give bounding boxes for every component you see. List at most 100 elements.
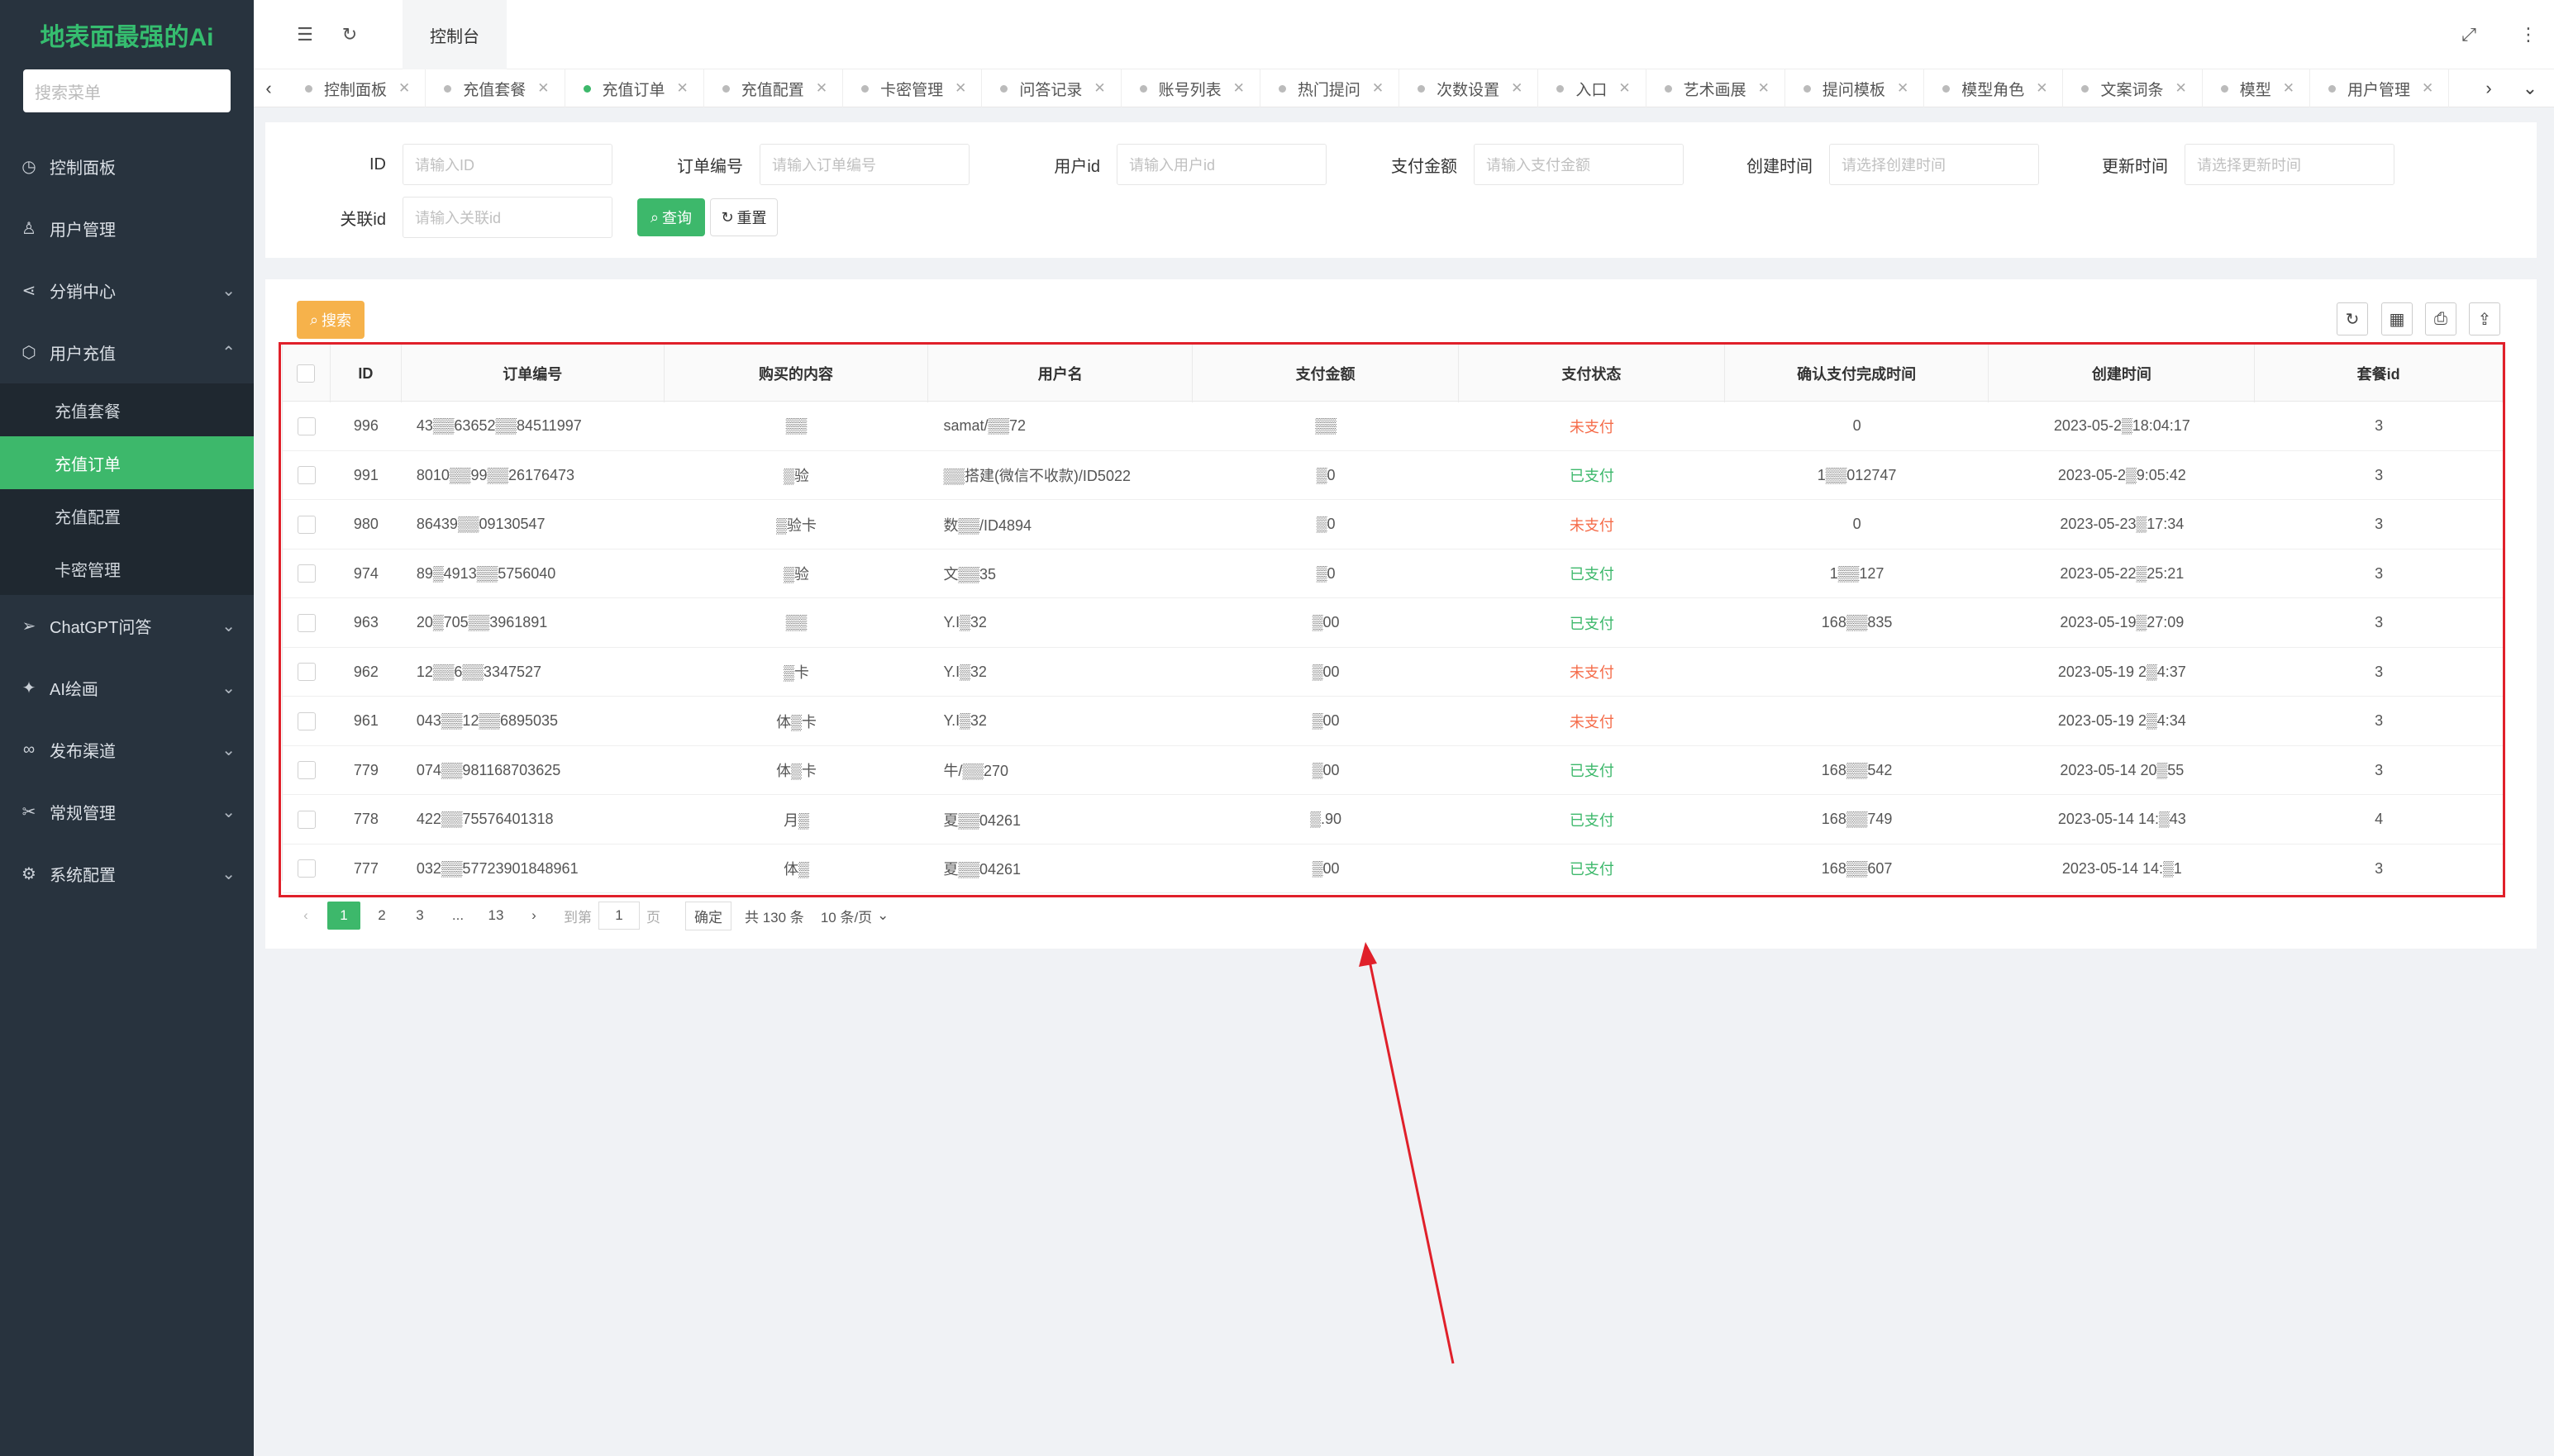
row-checkbox-cell[interactable]: [283, 500, 331, 550]
tab-0[interactable]: 控制面板 ✕: [287, 69, 426, 107]
tab-14[interactable]: 模型 ✕: [2203, 69, 2310, 107]
sidebar-item-distribution[interactable]: ⋖ 分销中心 ⌄: [0, 259, 254, 321]
tab-11[interactable]: 提问模板 ✕: [1785, 69, 1925, 107]
table-row[interactable]: 991 8010▒▒99▒▒26176473 ▒验 ▒▒搭建(微信不收款)/ID502…: [283, 451, 2503, 501]
close-icon[interactable]: ✕: [955, 80, 966, 97]
checkbox[interactable]: [297, 810, 316, 829]
row-checkbox-cell[interactable]: [283, 402, 331, 451]
search-button[interactable]: ⌕ 搜索: [297, 301, 365, 339]
table-row[interactable]: 778 422▒▒75576401318 月▒ 夏▒▒04261 ▒.90 已支付 168▒…: [283, 795, 2503, 845]
column-header[interactable]: 支付金额: [1193, 345, 1459, 402]
close-icon[interactable]: ✕: [398, 80, 410, 97]
tabs-scroll-left-icon[interactable]: ‹: [254, 69, 284, 107]
tab-6[interactable]: 账号列表 ✕: [1122, 69, 1260, 107]
column-header[interactable]: 创建时间: [1989, 345, 2256, 402]
tab-13[interactable]: 文案词条 ✕: [2063, 69, 2203, 107]
row-checkbox-cell[interactable]: [283, 598, 331, 648]
tab-9[interactable]: 入口 ✕: [1538, 69, 1646, 107]
tab-7[interactable]: 热门提问 ✕: [1260, 69, 1400, 107]
sidebar-item-general[interactable]: ✂ 常规管理 ⌄: [0, 781, 254, 843]
sidebar-item-channels[interactable]: ∞ 发布渠道 ⌄: [0, 719, 254, 781]
reset-button[interactable]: ↻ 重置: [710, 198, 778, 236]
sidebar-subitem-cards[interactable]: 卡密管理: [0, 542, 254, 595]
row-checkbox-cell[interactable]: [283, 795, 331, 845]
column-header[interactable]: 订单编号: [402, 345, 665, 402]
column-header[interactable]: 用户名: [928, 345, 1194, 402]
columns-icon[interactable]: ▦: [2381, 302, 2413, 335]
close-icon[interactable]: ✕: [1372, 80, 1384, 97]
close-icon[interactable]: ✕: [816, 80, 827, 97]
id-input[interactable]: 请输入ID: [403, 144, 612, 185]
sidebar-item-system[interactable]: ⚙ 系统配置 ⌄: [0, 843, 254, 905]
sidebar-subitem-config[interactable]: 充值配置: [0, 489, 254, 542]
sidebar-item-dashboard[interactable]: ◷ 控制面板: [0, 136, 254, 197]
goto-confirm-button[interactable]: 确定: [685, 901, 731, 930]
page-1[interactable]: 1: [327, 902, 360, 930]
amount-input[interactable]: 请输入支付金额: [1474, 144, 1684, 185]
tab-3[interactable]: 充值配置 ✕: [704, 69, 844, 107]
more-vertical-icon[interactable]: ⋮: [2512, 18, 2545, 51]
close-icon[interactable]: ✕: [2283, 80, 2294, 97]
select-all-checkbox[interactable]: [283, 345, 331, 402]
query-button[interactable]: ⌕ 查询: [637, 198, 705, 236]
column-header[interactable]: 套餐id: [2255, 345, 2504, 402]
checkbox[interactable]: [297, 711, 316, 730]
close-icon[interactable]: ✕: [537, 80, 549, 97]
close-icon[interactable]: ✕: [1233, 80, 1245, 97]
sidebar-item-recharge[interactable]: ⬡ 用户充值 ⌃: [0, 321, 254, 383]
related-id-input[interactable]: 请输入关联id: [403, 197, 612, 238]
checkbox[interactable]: [297, 663, 316, 682]
table-row[interactable]: 980 86439▒▒09130547 ▒验卡 数▒▒/ID4894 ▒0 未支付 0 202…: [283, 500, 2503, 550]
tabs-scroll-right-icon[interactable]: ›: [2474, 69, 2504, 107]
row-checkbox-cell[interactable]: [283, 697, 331, 746]
close-icon[interactable]: ✕: [1618, 80, 1630, 97]
refresh-table-icon[interactable]: ↻: [2337, 302, 2368, 335]
tabs-dropdown-icon[interactable]: ⌄: [2515, 69, 2545, 107]
fullscreen-icon[interactable]: ⤢: [2452, 18, 2485, 51]
tab-5[interactable]: 问答记录 ✕: [982, 69, 1122, 107]
checkbox[interactable]: [297, 564, 316, 583]
row-checkbox-cell[interactable]: [283, 451, 331, 501]
column-header[interactable]: ID: [331, 345, 402, 402]
close-icon[interactable]: ✕: [2036, 80, 2047, 97]
updated-time-picker[interactable]: 请选择更新时间: [2185, 144, 2394, 185]
table-row[interactable]: 777 032▒▒57723901848961 体▒ 夏▒▒04261 ▒00 已支付 16…: [283, 845, 2503, 894]
checkbox[interactable]: [297, 859, 316, 878]
sidebar-subitem-packages[interactable]: 充值套餐: [0, 383, 254, 436]
checkbox[interactable]: [297, 416, 316, 435]
tab-4[interactable]: 卡密管理 ✕: [843, 69, 983, 107]
column-header[interactable]: 确认支付完成时间: [1725, 345, 1989, 402]
tab-10[interactable]: 艺术画展 ✕: [1646, 69, 1785, 107]
table-row[interactable]: 963 20▒705▒▒3961891 ▒▒ Y.I▒32 ▒00 已支付 168▒▒835…: [283, 598, 2503, 648]
checkbox[interactable]: [297, 613, 316, 632]
table-row[interactable]: 996 43▒▒63652▒▒84511997 ▒▒ samat/▒▒72 ▒▒ 未支付 0…: [283, 402, 2503, 451]
close-icon[interactable]: ✕: [1094, 80, 1105, 97]
refresh-icon[interactable]: ↻: [333, 18, 366, 51]
checkbox[interactable]: [297, 515, 316, 534]
checkbox[interactable]: [297, 761, 316, 780]
page-2[interactable]: 2: [365, 902, 398, 930]
sidebar-item-users[interactable]: ♙ 用户管理: [0, 197, 254, 259]
row-checkbox-cell[interactable]: [283, 550, 331, 599]
page-size-select[interactable]: 10 条/页 ⌄: [821, 906, 889, 926]
next-page-icon[interactable]: ›: [517, 902, 550, 930]
close-icon[interactable]: ✕: [1758, 80, 1770, 97]
table-row[interactable]: 961 043▒▒12▒▒6895035 体▒卡 Y.I▒32 ▒00 未支付 2023-0…: [283, 697, 2503, 746]
checkbox[interactable]: [297, 466, 316, 485]
created-time-picker[interactable]: 请选择创建时间: [1829, 144, 2039, 185]
table-row[interactable]: 974 89▒4913▒▒5756040 ▒验 文▒▒35 ▒0 已支付 1▒▒127 202…: [283, 550, 2503, 599]
checkbox[interactable]: [297, 364, 316, 383]
close-icon[interactable]: ✕: [1511, 80, 1522, 97]
row-checkbox-cell[interactable]: [283, 845, 331, 894]
tab-15[interactable]: 用户管理 ✕: [2310, 69, 2450, 107]
tab-2[interactable]: 充值订单 ✕: [565, 69, 704, 107]
sidebar-subitem-orders[interactable]: 充值订单: [0, 436, 254, 489]
page-3[interactable]: 3: [403, 902, 436, 930]
order-number-input[interactable]: 请输入订单编号: [760, 144, 970, 185]
header-tab-console[interactable]: 控制台: [403, 0, 507, 69]
page-13[interactable]: 13: [479, 902, 512, 930]
goto-page-input[interactable]: 1: [598, 902, 640, 930]
table-row[interactable]: 779 074▒▒981168703625 体▒卡 牛/▒▒270 ▒00 已支付 168▒…: [283, 746, 2503, 795]
tab-1[interactable]: 充值套餐 ✕: [426, 69, 565, 107]
menu-search-input[interactable]: 搜索菜单: [23, 69, 231, 112]
